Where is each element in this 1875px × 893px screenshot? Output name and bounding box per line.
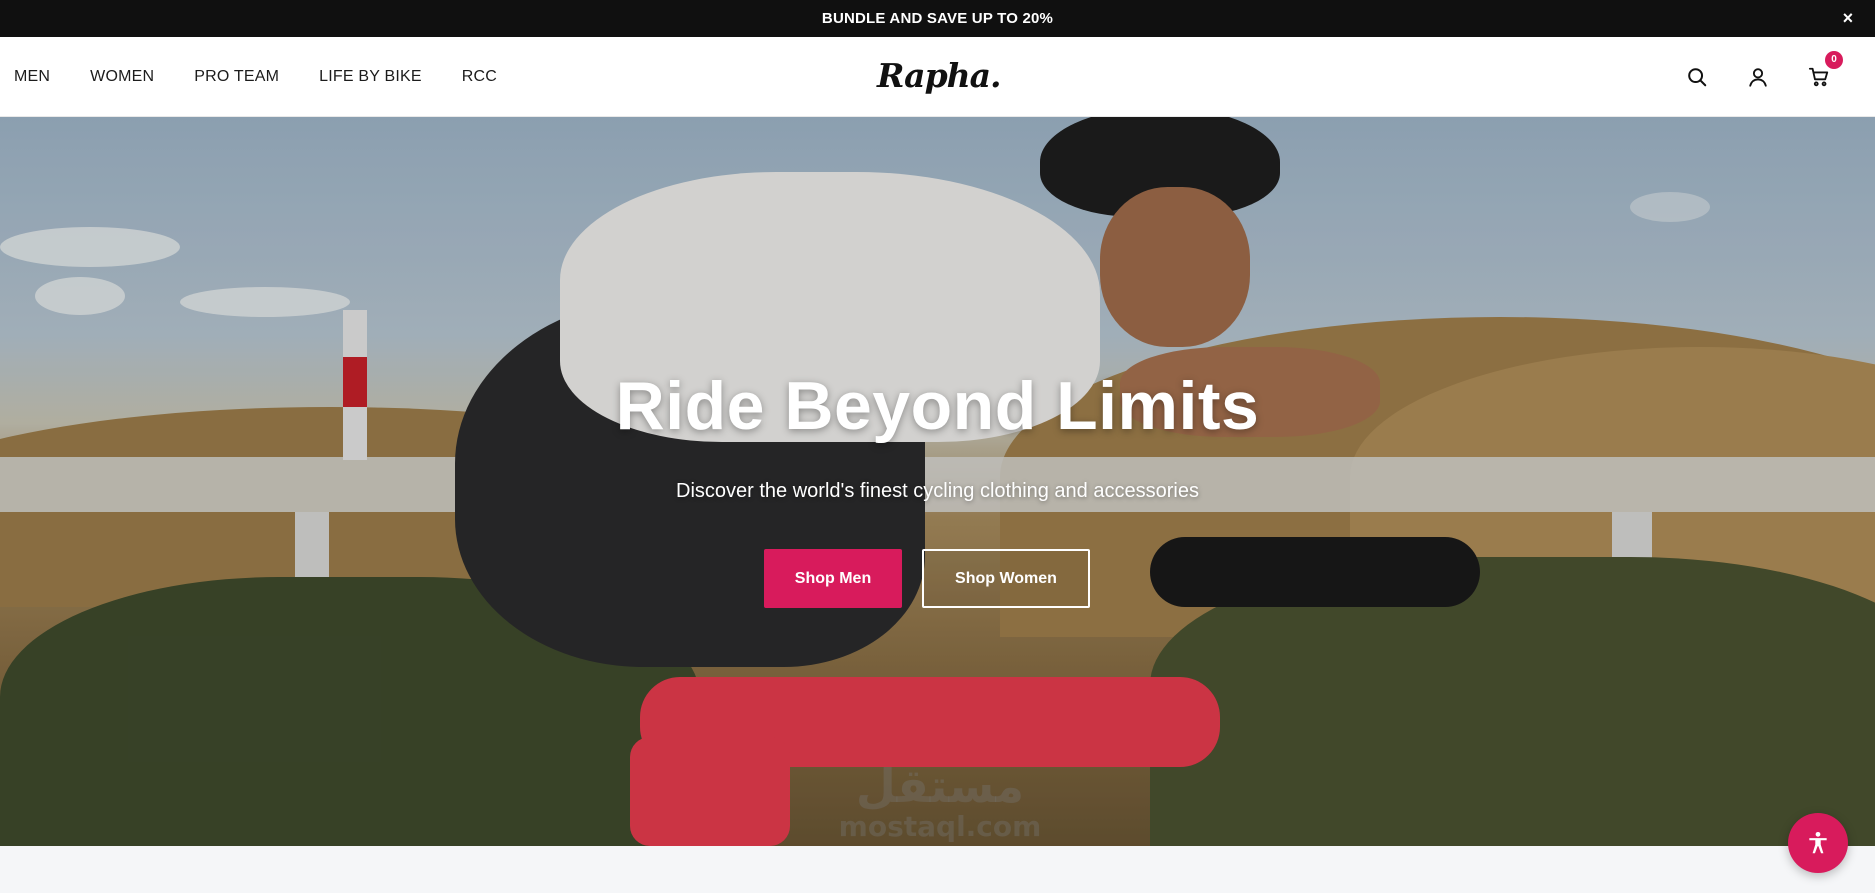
- hero-subtitle: Discover the world's finest cycling clot…: [676, 480, 1199, 502]
- cart-count-badge: 0: [1825, 51, 1843, 69]
- search-icon[interactable]: [1681, 61, 1713, 93]
- nav-item-women[interactable]: WOMEN: [90, 68, 154, 86]
- close-icon[interactable]: ×: [1837, 7, 1859, 29]
- announcement-bar: BUNDLE AND SAVE UP TO 20% ×: [0, 0, 1875, 37]
- header-actions: 0: [1652, 51, 1843, 93]
- site-header: MEN WOMEN PRO TEAM LIFE BY BIKE RCC Raph…: [0, 37, 1875, 117]
- nav-item-pro-team[interactable]: PRO TEAM: [194, 68, 279, 86]
- accessibility-icon: [1809, 831, 1827, 854]
- nav-item-men[interactable]: MEN: [14, 68, 50, 86]
- cart-icon[interactable]: 0: [1803, 51, 1843, 93]
- shop-women-button[interactable]: Shop Women: [922, 549, 1090, 608]
- brand-logo[interactable]: Rapha.: [877, 51, 1002, 101]
- hero-banner: Ride Beyond Limits Discover the world's …: [0, 117, 1875, 846]
- nav-item-rcc[interactable]: RCC: [462, 68, 497, 86]
- watermark-latin: mostaql.com: [838, 810, 1042, 843]
- account-icon[interactable]: [1742, 61, 1774, 93]
- main-nav: MEN WOMEN PRO TEAM LIFE BY BIKE RCC: [14, 37, 537, 117]
- shop-men-button[interactable]: Shop Men: [764, 549, 902, 608]
- nav-item-life-by-bike[interactable]: LIFE BY BIKE: [319, 68, 422, 86]
- accessibility-button[interactable]: [1788, 813, 1848, 873]
- hero-title: Ride Beyond Limits: [615, 368, 1260, 444]
- announcement-text: BUNDLE AND SAVE UP TO 20%: [821, 10, 1054, 27]
- watermark-arabic: مستقل: [855, 759, 1025, 813]
- watermark: مستقل mostaql.com: [820, 760, 1060, 842]
